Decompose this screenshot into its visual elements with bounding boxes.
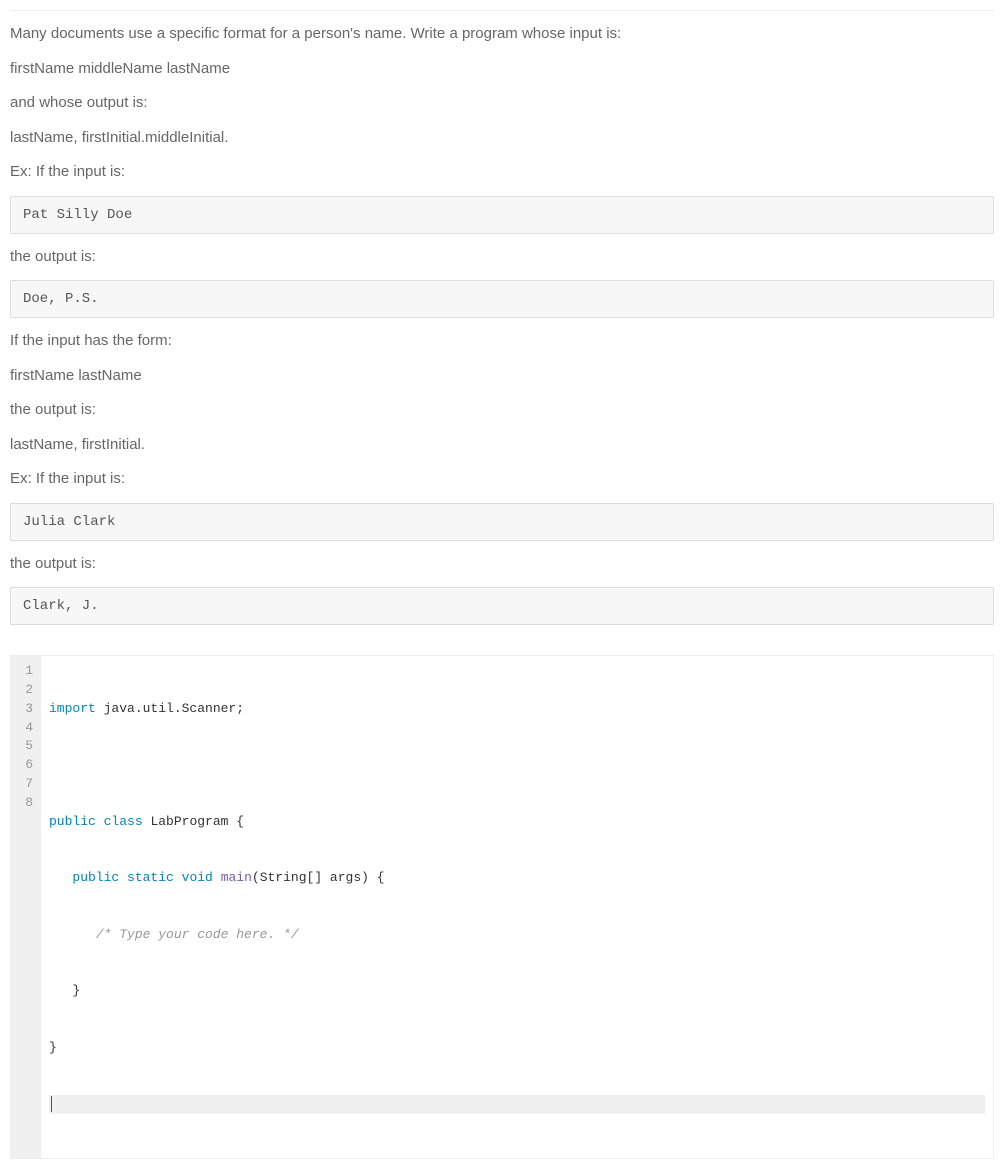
code-line-5: /* Type your code here. */	[49, 926, 985, 945]
example1-output-box: Doe, P.S.	[10, 280, 994, 318]
top-divider	[10, 10, 994, 11]
problem-text-example2-intro: Ex: If the input is:	[10, 468, 994, 491]
keyword-static: static	[127, 870, 174, 885]
code-line-3: public class LabProgram {	[49, 813, 985, 832]
code-line-8	[49, 1095, 985, 1114]
example2-output-box: Clark, J.	[10, 587, 994, 625]
problem-text-form-intro: If the input has the form:	[10, 330, 994, 353]
keyword-void: void	[182, 870, 213, 885]
problem-text-form-format: firstName lastName	[10, 365, 994, 388]
code-text: (String[] args) {	[252, 870, 385, 885]
keyword-import: import	[49, 701, 96, 716]
problem-statement: Many documents use a specific format for…	[10, 23, 994, 625]
problem-text-output-is-2: the output is:	[10, 553, 994, 576]
line-number: 5	[21, 737, 35, 756]
keyword-class: class	[104, 814, 143, 829]
code-editor[interactable]: 1 2 3 4 5 6 7 8 import java.util.Scanner…	[10, 655, 994, 1159]
problem-text-output-intro: and whose output is:	[10, 92, 994, 115]
problem-text-form-output-format: lastName, firstInitial.	[10, 434, 994, 457]
code-line-7: }	[49, 1039, 985, 1058]
example1-input-box: Pat Silly Doe	[10, 196, 994, 234]
problem-text-output-is: the output is:	[10, 246, 994, 269]
line-number: 1	[21, 662, 35, 681]
keyword-public: public	[49, 814, 96, 829]
keyword-public: public	[72, 870, 119, 885]
code-text: java.util.Scanner;	[96, 701, 244, 716]
code-line-4: public static void main(String[] args) {	[49, 869, 985, 888]
line-number: 6	[21, 756, 35, 775]
indent	[49, 870, 72, 885]
method-name: main	[221, 870, 252, 885]
line-number: 7	[21, 775, 35, 794]
comment: /* Type your code here. */	[96, 927, 299, 942]
line-number: 8	[21, 794, 35, 813]
code-line-1: import java.util.Scanner;	[49, 700, 985, 719]
code-line-2	[49, 756, 985, 775]
code-text-area[interactable]: import java.util.Scanner; public class L…	[41, 656, 993, 1158]
line-number: 4	[21, 719, 35, 738]
text-cursor	[51, 1096, 52, 1112]
code-line-6: }	[49, 982, 985, 1001]
line-number: 3	[21, 700, 35, 719]
problem-text-form-output-intro: the output is:	[10, 399, 994, 422]
problem-text-output-format: lastName, firstInitial.middleInitial.	[10, 127, 994, 150]
problem-text-intro: Many documents use a specific format for…	[10, 23, 994, 46]
line-number: 2	[21, 681, 35, 700]
problem-text-example-intro: Ex: If the input is:	[10, 161, 994, 184]
example2-input-box: Julia Clark	[10, 503, 994, 541]
problem-text-input-format: firstName middleName lastName	[10, 58, 994, 81]
code-text: LabProgram {	[143, 814, 244, 829]
indent	[49, 927, 96, 942]
line-number-gutter: 1 2 3 4 5 6 7 8	[11, 656, 41, 1158]
